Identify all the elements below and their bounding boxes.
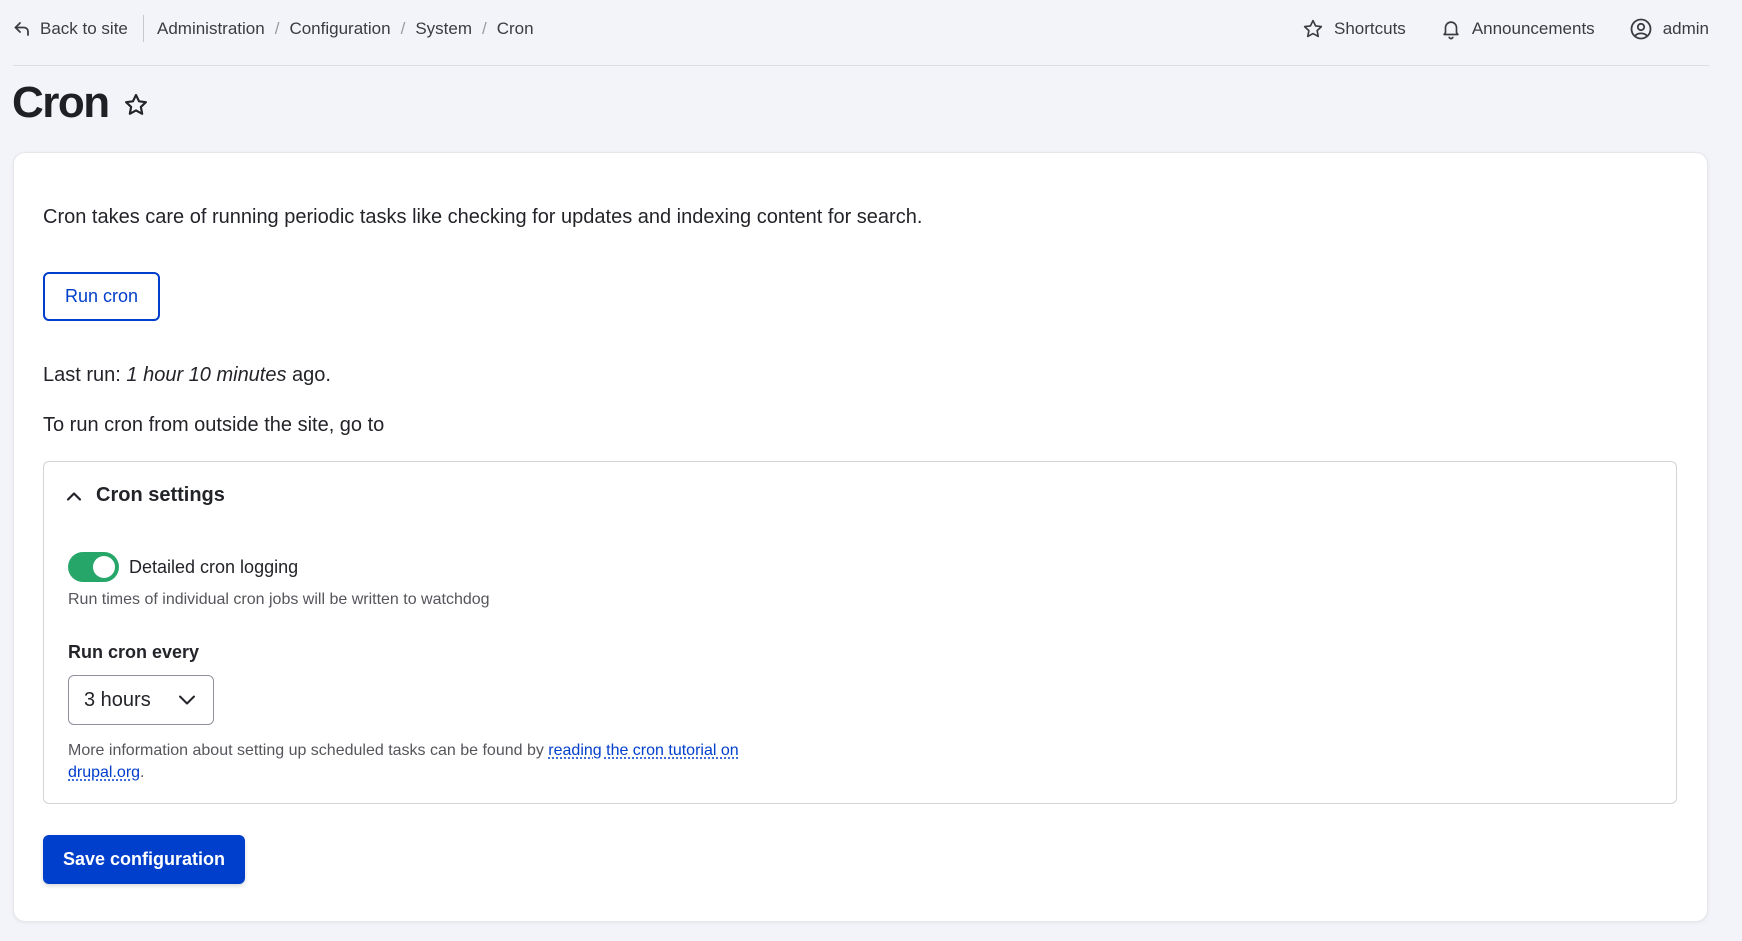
announcements-label: Announcements [1471,19,1595,38]
breadcrumb-system[interactable]: System [415,19,472,39]
user-label: admin [1662,19,1709,38]
back-to-site-label: Back to site [40,19,128,38]
back-arrow-icon [14,22,29,36]
run-cron-every-label: Run cron every [68,642,200,662]
breadcrumb-administration[interactable]: Administration [157,19,265,39]
breadcrumb-separator: / [400,19,406,38]
bell-icon [1443,21,1459,40]
content-card: Cron takes care of running periodic task… [13,152,1708,922]
page-header: Cron [12,78,149,128]
toolbar-rule [13,65,1709,66]
selected-interval: 3 hours [84,688,151,711]
last-run-suffix: ago. [286,364,331,386]
breadcrumb-current: Cron [496,19,534,38]
breadcrumb-configuration[interactable]: Configuration [289,19,390,39]
chevron-down-icon [179,695,195,705]
last-run-text: Last run: 1 hour 10 minutes ago. [43,364,331,387]
breadcrumb-separator: / [274,19,280,38]
top-toolbar: Back to site Administration / Configurat… [0,0,1742,66]
shortcuts-button[interactable]: Shortcuts [1302,18,1406,40]
toolbar-divider [143,15,144,42]
run-cron-button[interactable]: Run cron [43,272,161,321]
detailed-logging-row: Detailed cron logging [68,552,298,582]
last-run-value: 1 hour 10 minutes [126,364,287,386]
shortcuts-label: Shortcuts [1334,19,1406,38]
add-shortcut-star-icon[interactable] [123,92,149,118]
save-configuration-button[interactable]: Save configuration [43,835,246,884]
run-cron-every-select[interactable]: 3 hours [68,675,214,725]
toggle-knob [93,556,115,578]
announcements-button[interactable]: Announcements [1440,18,1595,40]
help-text-end: . [140,764,145,781]
user-menu-button[interactable]: admin [1629,17,1709,41]
help-text-lead: More information about setting up schedu… [68,742,549,759]
cron-settings-summary[interactable]: Cron settings [66,484,225,507]
breadcrumb: Administration / Configuration / System … [157,17,534,41]
page-title: Cron [12,78,110,127]
breadcrumb-separator: / [482,19,487,38]
last-run-prefix: Last run: [43,364,127,386]
detailed-logging-toggle[interactable] [68,552,119,582]
detailed-logging-label: Detailed cron logging [129,556,299,577]
outside-run-text: To run cron from outside the site, go to [43,414,385,436]
intro-text: Cron takes care of running periodic task… [43,206,923,228]
detailed-logging-description: Run times of individual cron jobs will b… [68,591,490,608]
chevron-up-icon [66,491,82,501]
user-circle-icon [1630,18,1652,40]
help-text: More information about setting up schedu… [68,740,808,784]
star-icon [1303,19,1323,38]
back-to-site-link[interactable]: Back to site [14,17,128,41]
cron-settings-title: Cron settings [96,484,225,506]
cron-settings-panel: Cron settings Detailed cron logging Run … [43,461,1677,804]
toolbar-right: Shortcuts Announcements admin [1268,15,1709,43]
